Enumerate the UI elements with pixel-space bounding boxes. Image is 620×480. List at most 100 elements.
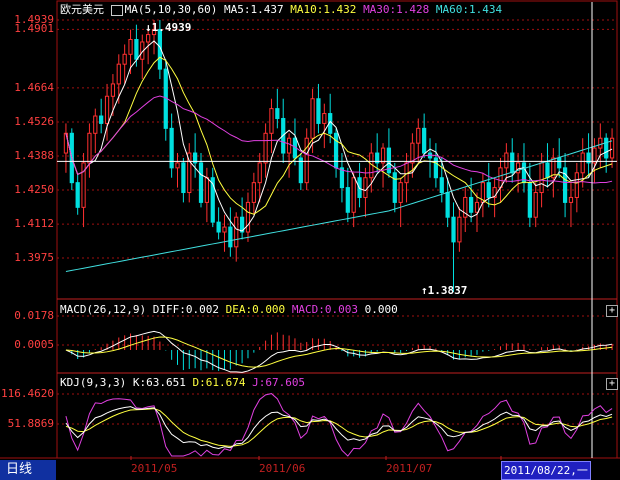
candle-up — [304, 137, 309, 184]
candle-down — [510, 152, 515, 174]
candle-up — [104, 95, 110, 124]
macd-dea: DEA:0.000 — [225, 303, 286, 316]
candle-up — [598, 137, 603, 149]
candle-down — [439, 177, 444, 194]
macd-diff: DIFF:0.002 — [152, 303, 219, 316]
candle-up — [87, 132, 92, 164]
candle-down — [198, 162, 204, 203]
candle-down — [345, 187, 350, 213]
candle-down — [99, 115, 104, 124]
candle-up — [568, 196, 574, 203]
candle-down — [469, 196, 474, 213]
cursor-date-flag: 2011/08/22,一 — [501, 461, 591, 480]
candle-up — [380, 147, 386, 164]
candle-up — [245, 201, 251, 233]
kdj-j: J:67.605 — [252, 376, 306, 389]
kdj-k-line — [65, 406, 613, 449]
candle-down — [228, 226, 233, 248]
candle-up — [110, 83, 116, 97]
price-tick-label: 1.4664 — [14, 80, 54, 94]
candle-up — [128, 38, 133, 55]
main-header: 欧元美元 MA(5,10,30,60) MA5:1.437 MA10:1.432… — [60, 3, 502, 16]
high-annotation: ↓1.4939 — [145, 21, 192, 34]
candle-up — [416, 127, 421, 144]
candle-down — [604, 137, 609, 159]
macd-params: MACD(26,12,9) — [60, 303, 147, 316]
candle-up — [474, 201, 480, 213]
candle-down — [275, 108, 280, 119]
candle-up — [504, 152, 509, 169]
indicator-tick-label: 116.4620 — [1, 387, 54, 400]
candle-up — [322, 113, 327, 124]
price-tick-label: 1.4250 — [14, 183, 54, 197]
price-tick-label: 1.3975 — [14, 250, 54, 264]
candle-down — [486, 182, 491, 198]
macd-header: MACD(26,12,9) DIFF:0.002 DEA:0.000 MACD:… — [60, 303, 398, 316]
x-label-jun: 2011/06 — [259, 462, 306, 475]
candle-up — [515, 162, 521, 174]
candle-up — [498, 167, 503, 189]
candle-up — [269, 108, 274, 134]
x-label-jul: 2011/07 — [386, 462, 433, 475]
macd-macd: MACD:0.003 — [291, 303, 359, 316]
candle-down — [75, 182, 80, 208]
candle-down — [181, 162, 186, 194]
candle-up — [263, 132, 268, 164]
price-tick-label: 1.4901 — [14, 22, 54, 36]
kdj-params: KDJ(9,3,3) — [60, 376, 127, 389]
candle-up — [580, 152, 585, 174]
low-annotation: ↑1.3837 — [421, 284, 468, 297]
candle-down — [422, 127, 427, 154]
candle-up — [592, 147, 597, 164]
candle-up — [257, 162, 262, 184]
candle-down — [445, 192, 450, 218]
candle-up — [286, 137, 292, 154]
candle-up — [116, 63, 121, 85]
candle-down — [451, 216, 456, 243]
candle-up — [351, 177, 356, 213]
indicator-tick-label: 51.8869 — [7, 417, 54, 430]
macd-expand-button[interactable]: + — [606, 305, 618, 317]
kdj-d: D:61.674 — [192, 376, 246, 389]
chart-frame — [56, 0, 618, 459]
candle-down — [333, 132, 339, 169]
kdj-header: KDJ(9,3,3) K:63.651 D:61.674 J:67.605 — [60, 376, 305, 389]
symbol-name: 欧元美元 — [60, 3, 104, 16]
candle-down — [557, 157, 562, 169]
indicator-tick-label: 0.0005 — [14, 338, 54, 351]
candle-up — [398, 182, 403, 203]
kdj-k: K:63.651 — [132, 376, 186, 389]
candle-down — [392, 172, 397, 203]
candle-down — [339, 167, 345, 189]
candle-up — [539, 162, 544, 194]
chart-type-icon[interactable] — [110, 4, 123, 16]
kline-terminal: 欧元美元 MA(5,10,30,60) MA5:1.437 MA10:1.432… — [0, 0, 620, 480]
price-tick-label: 1.4388 — [14, 149, 54, 162]
candle-down — [527, 182, 532, 218]
x-label-may: 2011/05 — [131, 462, 178, 475]
candle-down — [216, 221, 221, 233]
candle-up — [146, 34, 151, 43]
candle-down — [316, 98, 321, 124]
candle-up — [122, 53, 127, 65]
ma5-value: MA5:1.437 — [223, 3, 284, 16]
candle-up — [222, 226, 227, 233]
ma10-value: MA10:1.432 — [290, 3, 357, 16]
candle-down — [134, 38, 139, 60]
candle-up — [93, 115, 98, 134]
kdj-expand-button[interactable]: + — [606, 378, 618, 390]
chart-canvas[interactable] — [0, 0, 620, 480]
ma30-value: MA30:1.428 — [363, 3, 430, 16]
candle-down — [545, 162, 550, 179]
candle-up — [533, 192, 538, 218]
period-tab-daily[interactable]: 日线 — [0, 460, 56, 480]
candle-up — [310, 98, 315, 139]
price-tick-label: 1.4112 — [14, 217, 54, 231]
macd-extra: 0.000 — [364, 303, 398, 316]
candle-up — [251, 182, 256, 203]
ma-params: MA(5,10,30,60) — [124, 3, 218, 16]
indicator-tick-label: 0.0178 — [14, 309, 54, 322]
candle-up — [175, 162, 180, 169]
high-value: 1.4939 — [151, 21, 192, 34]
candle-up — [234, 216, 239, 248]
